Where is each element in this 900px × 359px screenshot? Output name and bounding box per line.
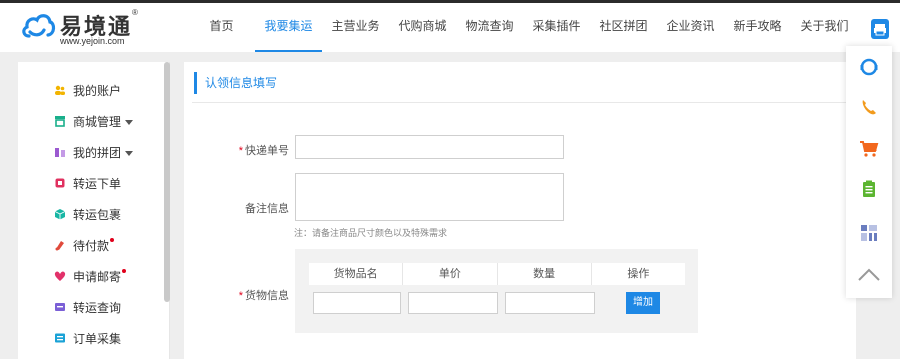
sidebar-item-forward-query[interactable]: 转运查询 <box>18 292 166 322</box>
clipboard-button[interactable] <box>846 168 892 210</box>
sidebar-item-label: 申请邮寄 <box>73 269 122 284</box>
sidebar-item-label: 商城管理 <box>73 114 122 129</box>
customer-service-button[interactable] <box>846 46 892 88</box>
registered-mark: ® <box>132 8 138 17</box>
sidebar-item-label: 我的账户 <box>73 83 122 98</box>
quantity-input[interactable] <box>505 292 595 314</box>
goods-name-input[interactable] <box>313 292 401 314</box>
sidebar-item-label: 我的拼团 <box>73 145 122 160</box>
site-logo[interactable]: 易境通 ® www.yejoin.com <box>20 8 150 48</box>
nav-purchase-mall[interactable]: 代购商城 <box>389 3 456 52</box>
goods-table: 货物品名 单价 数量 操作 增加 <box>295 249 698 333</box>
notification-dot <box>122 268 127 273</box>
sidebar-item-label: 转运查询 <box>73 300 122 315</box>
notification-dot <box>110 237 115 242</box>
sidebar-item-label: 待付款 <box>73 238 110 253</box>
nav-about-us[interactable]: 关于我们 <box>791 3 858 52</box>
header-goods-name: 货物品名 <box>309 263 404 285</box>
sidebar-item-pending-payment[interactable]: 待付款 <box>18 230 166 260</box>
phone-button[interactable] <box>846 86 892 128</box>
phone-icon <box>862 100 876 115</box>
sidebar-scrollbar[interactable] <box>164 62 170 302</box>
claim-form-panel: 认领信息填写 * 快递单号 备注信息 注：请备注商品尺寸颜色以及特殊需求 * 货物信… <box>184 62 856 359</box>
cart-icon <box>860 141 879 157</box>
sidebar-item-label: 转运下单 <box>73 176 122 191</box>
title-divider <box>192 102 856 103</box>
nav-company-news[interactable]: 企业资讯 <box>657 3 724 52</box>
cart-button[interactable] <box>846 128 892 170</box>
goods-info-label: * 货物信息 <box>238 290 289 302</box>
nav-consolidation[interactable]: 我要集运 <box>255 3 322 52</box>
qrcode-button[interactable] <box>846 212 892 254</box>
required-asterisk: * <box>238 145 243 157</box>
header-quantity: 数量 <box>498 263 592 285</box>
nav-group-buy[interactable]: 社区拼团 <box>590 3 657 52</box>
floating-toolbar <box>846 46 892 298</box>
sidebar: 我的账户 商城管理 我的拼团 转运下单 转运包裹 待付款 申请邮寄 转运查询 订… <box>18 62 170 359</box>
caret-down-icon <box>125 119 134 125</box>
nav-logistics-query[interactable]: 物流查询 <box>456 3 523 52</box>
caret-down-icon <box>125 150 134 156</box>
goods-table-header: 货物品名 单价 数量 操作 <box>309 263 685 285</box>
query-icon <box>54 301 66 313</box>
shop-icon <box>54 115 66 127</box>
sidebar-item-label: 订单采集 <box>73 331 122 346</box>
page-title: 认领信息填写 <box>194 72 277 94</box>
nav-services[interactable]: 主营业务 <box>322 3 389 52</box>
sidebar-item-label: 转运包裹 <box>73 207 122 222</box>
clipboard-icon <box>863 180 875 197</box>
order-icon <box>54 177 66 189</box>
required-asterisk: * <box>238 290 243 302</box>
sidebar-item-mall-management[interactable]: 商城管理 <box>18 106 166 136</box>
remark-note: 注：请备注商品尺寸颜色以及特殊需求 <box>294 228 448 238</box>
back-to-top-button[interactable] <box>846 254 892 296</box>
main-nav: 首页 我要集运 主营业务 代购商城 物流查询 采集插件 社区拼团 企业资讯 新手… <box>188 3 858 52</box>
package-icon <box>54 208 66 220</box>
tracking-number-label: * 快递单号 <box>238 145 289 157</box>
tracking-number-input[interactable] <box>295 135 564 159</box>
group-icon <box>54 146 66 158</box>
brand-url: www.yejoin.com <box>60 36 125 46</box>
sidebar-item-my-account[interactable]: 我的账户 <box>18 75 166 105</box>
header-unit-price: 单价 <box>403 263 498 285</box>
customer-service-icon <box>860 58 878 76</box>
user-icon <box>54 84 66 96</box>
sidebar-item-order-collect[interactable]: 订单采集 <box>18 323 166 353</box>
pay-icon <box>54 239 66 251</box>
nav-collect-plugin[interactable]: 采集插件 <box>523 3 590 52</box>
sidebar-item-apply-mail[interactable]: 申请邮寄 <box>18 261 166 291</box>
sidebar-item-forward-order[interactable]: 转运下单 <box>18 168 166 198</box>
unit-price-input[interactable] <box>408 292 498 314</box>
add-goods-button[interactable]: 增加 <box>626 292 660 314</box>
nav-beginner-guide[interactable]: 新手攻略 <box>724 3 791 52</box>
header-action: 操作 <box>627 268 650 280</box>
qrcode-icon <box>861 225 877 241</box>
cloud-logo-icon <box>22 14 56 38</box>
nav-home[interactable]: 首页 <box>188 3 255 52</box>
mail-icon <box>54 270 66 282</box>
remark-label: 备注信息 <box>245 203 289 215</box>
back-to-top-icon <box>858 268 880 281</box>
site-header: 易境通 ® www.yejoin.com 首页 我要集运 主营业务 代购商城 物… <box>0 3 900 52</box>
remark-textarea[interactable] <box>295 173 564 221</box>
sidebar-item-my-group-buy[interactable]: 我的拼团 <box>18 137 166 167</box>
printer-icon[interactable] <box>871 19 889 39</box>
sidebar-item-forward-package[interactable]: 转运包裹 <box>18 199 166 229</box>
collect-icon <box>54 332 66 344</box>
